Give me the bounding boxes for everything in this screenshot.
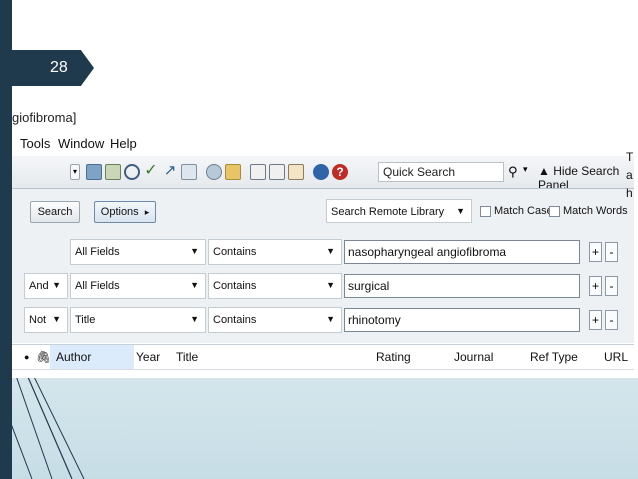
search-panel: Search Options ▸ Search Remote Library ▼… (12, 188, 634, 343)
row2-field-select[interactable]: All Fields ▼ (70, 273, 206, 299)
search-icon[interactable]: ⚲ (508, 164, 518, 180)
row2-bool-value: And (29, 280, 49, 292)
col-rating[interactable]: Rating (376, 350, 411, 364)
row2-bool-select[interactable]: And ▼ (24, 273, 68, 299)
row2-operator-value: Contains (213, 280, 257, 292)
chevron-down-icon: ▼ (190, 280, 199, 290)
edge-char: a (626, 168, 633, 182)
col-year[interactable]: Year (136, 350, 160, 364)
row3-operator-select[interactable]: Contains ▼ (208, 307, 342, 333)
page-number-badge: 28 (12, 50, 94, 86)
match-case-label: Match Case (494, 205, 553, 217)
preview-icon[interactable] (250, 164, 266, 180)
row1-remove-button[interactable]: - (605, 242, 618, 262)
row1-add-button[interactable]: + (589, 242, 602, 262)
row2-field-value: All Fields (75, 280, 120, 292)
attachment-icon[interactable]: 🖇 (36, 350, 51, 364)
menu-help[interactable]: Help (110, 136, 137, 151)
edit-icon[interactable] (288, 164, 304, 180)
menu-bar: Tools Window Help (12, 134, 634, 154)
chevron-down-icon: ▼ (52, 280, 61, 290)
format-icon[interactable] (269, 164, 285, 180)
match-words-label: Match Words (563, 205, 628, 217)
row3-remove-button[interactable]: - (605, 310, 618, 330)
col-author[interactable]: Author (56, 350, 91, 364)
row2-value-input[interactable]: surgical (344, 274, 580, 298)
row3-value-input[interactable]: rhinotomy (344, 308, 580, 332)
menu-window[interactable]: Window (58, 136, 104, 151)
row3-bool-select[interactable]: Not ▼ (24, 307, 68, 333)
chevron-down-icon: ▼ (326, 314, 335, 324)
row3-bool-value: Not (29, 314, 47, 326)
row1-value-input[interactable]: nasopharyngeal angiofibroma (344, 240, 580, 264)
search-button[interactable]: Search (30, 201, 80, 223)
insert-citation-icon[interactable]: ✓ (143, 163, 159, 180)
row1-field-select[interactable]: All Fields ▼ (70, 239, 206, 265)
col-journal[interactable]: Journal (454, 350, 493, 364)
online-search-icon[interactable] (313, 164, 329, 180)
row1-field-value: All Fields (75, 246, 120, 258)
chevron-down-icon[interactable]: ▾ (523, 164, 528, 175)
quick-search-input[interactable]: Quick Search (378, 162, 504, 182)
options-button[interactable]: Options ▸ (94, 201, 156, 223)
toolbar: ▾ ✓ ↗ ? Quick Search ⚲ ▾ ▲ Hide Search P… (12, 156, 634, 192)
search-library-select[interactable]: Search Remote Library ▼ (326, 199, 472, 223)
dropdown-arrow-icon[interactable]: ▾ (70, 164, 80, 180)
read-status-icon[interactable]: ● (24, 352, 29, 362)
row2-add-button[interactable]: + (589, 276, 602, 296)
row3-field-select[interactable]: Title ▼ (70, 307, 206, 333)
menu-tools[interactable]: Tools (20, 136, 50, 151)
edge-char: h (626, 186, 633, 200)
chevron-down-icon: ▼ (456, 206, 465, 216)
edge-char: T (626, 150, 634, 164)
export-icon[interactable] (105, 164, 121, 180)
options-arrow-icon: ▸ (144, 206, 150, 217)
find-icon[interactable] (124, 164, 140, 180)
match-words-checkbox[interactable] (549, 206, 560, 217)
row3-add-button[interactable]: + (589, 310, 602, 330)
options-label: Options (100, 206, 139, 218)
col-url[interactable]: URL (604, 350, 628, 364)
row1-operator-value: Contains (213, 246, 257, 258)
chevron-down-icon: ▼ (52, 314, 61, 324)
row3-field-value: Title (75, 314, 96, 326)
up-arrow-icon: ▲ (538, 164, 550, 178)
groups-icon[interactable] (181, 164, 197, 180)
page-number: 28 (50, 59, 68, 76)
slide-left-bar (0, 0, 12, 479)
chevron-down-icon: ▼ (326, 280, 335, 290)
window-title-fragment: giofibroma] (12, 110, 77, 125)
col-ref-type[interactable]: Ref Type (530, 350, 578, 364)
go-icon[interactable]: ↗ (162, 163, 178, 180)
row3-operator-value: Contains (213, 314, 257, 326)
endnote-screenshot: giofibroma] Tools Window Help ▾ ✓ ↗ ? Qu… (12, 106, 634, 378)
col-title[interactable]: Title (176, 350, 198, 364)
results-header: ● 🖇 Author Year Title Rating Journal Ref… (12, 344, 634, 370)
search-library-value: Search Remote Library (331, 206, 445, 218)
match-case-checkbox[interactable] (480, 206, 491, 217)
copy-icon[interactable] (86, 164, 102, 180)
chevron-down-icon: ▼ (190, 314, 199, 324)
chevron-down-icon: ▼ (190, 246, 199, 256)
row2-remove-button[interactable]: - (605, 276, 618, 296)
sync-icon[interactable] (206, 164, 222, 180)
chevron-down-icon: ▼ (326, 246, 335, 256)
folder-icon[interactable] (225, 164, 241, 180)
help-icon[interactable]: ? (332, 164, 348, 180)
row2-operator-select[interactable]: Contains ▼ (208, 273, 342, 299)
row1-operator-select[interactable]: Contains ▼ (208, 239, 342, 265)
